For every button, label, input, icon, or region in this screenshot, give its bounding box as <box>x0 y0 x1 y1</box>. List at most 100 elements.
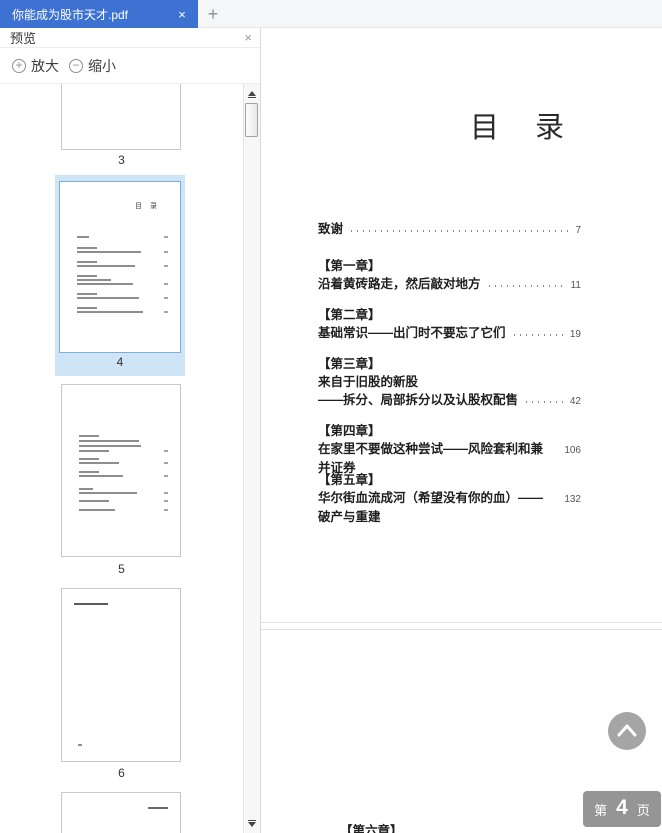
zoom-in-button[interactable]: + 放大 <box>12 56 59 76</box>
thumbnail-mini-title: 目 录 <box>135 203 160 210</box>
toc-entry: 【第一章】 沿着黄砖路走，然后敲对地方 11 <box>318 255 581 291</box>
thumbnail-text-line <box>79 435 99 437</box>
thumbnail-num-tick <box>164 311 168 313</box>
toc-dot-leader <box>513 334 565 336</box>
page-indicator-badge: 第 4 页 <box>583 791 661 827</box>
toc-chapter-label: 【第二章】 <box>318 308 381 322</box>
thumbnail-page-4: 目 录 <box>59 181 181 353</box>
next-chapter-label: 【第六章】 <box>340 824 403 833</box>
scroll-down-icon <box>248 821 256 827</box>
toc-dot-leader <box>351 230 571 232</box>
thumbnail-num-tick <box>164 492 168 494</box>
thumbnail-page-7[interactable] <box>61 792 181 833</box>
toc-chapter-label: 【第四章】 <box>318 424 381 438</box>
toc-entry: 【第三章】 来自于旧股的新股 ——拆分、局部拆分以及认股权配售 42 <box>318 353 581 407</box>
thumbnail-text-line <box>77 293 97 295</box>
preview-sidebar: 预览 × + 放大 − 缩小 3 目 录 4 5 6 <box>0 28 261 833</box>
sidebar-title: 预览 <box>10 31 37 46</box>
thumbnail-num-tick <box>164 475 168 477</box>
scroll-up-icon <box>248 90 256 96</box>
scroll-up-icon-base <box>248 96 256 98</box>
sidebar-close-icon[interactable]: × <box>244 30 252 45</box>
pdf-page-4: 目 录 致谢 7 【第一章】 沿着黄砖路走，然后敲对地方 11 【第二章】 基础… <box>261 28 662 623</box>
toc-page-number: 42 <box>569 396 581 407</box>
thumbnail-page-5[interactable] <box>61 384 181 557</box>
page-indicator-suffix: 页 <box>636 802 650 818</box>
thumbnail-num-tick <box>164 297 168 299</box>
document-tab[interactable]: 你能成为股市天才.pdf × <box>0 0 198 28</box>
thumbnail-text-line <box>79 492 137 494</box>
sidebar-toolbar: + 放大 − 缩小 <box>0 48 260 84</box>
thumbnail-page-number-mark <box>78 744 82 746</box>
thumbnail-text-line <box>79 509 115 511</box>
thumbnail-label-4: 4 <box>116 355 124 369</box>
thumbnail-page-3[interactable] <box>61 84 181 150</box>
sidebar-scrollbar[interactable] <box>243 84 260 833</box>
toc-page-number: 19 <box>569 329 581 340</box>
toc-page-number: 132 <box>564 494 581 505</box>
tab-close-icon[interactable]: × <box>174 7 190 22</box>
thumbnail-num-tick <box>164 450 168 452</box>
page-indicator-prefix: 第 <box>594 802 608 818</box>
scroll-up-button[interactable] <box>244 86 260 102</box>
thumbnail-num-tick <box>164 236 168 238</box>
thumbnail-text-line <box>74 603 108 605</box>
page-indicator-number: 4 <box>616 796 628 819</box>
thumbnail-num-tick <box>164 251 168 253</box>
toc-entry-title: 致谢 <box>318 222 344 236</box>
thumbnail-text-line <box>77 275 97 277</box>
thumbnail-num-tick <box>164 500 168 502</box>
thumbnail-list: 3 目 录 4 5 6 <box>0 84 243 833</box>
zoom-out-button[interactable]: − 缩小 <box>69 56 116 76</box>
sidebar-header: 预览 × <box>0 28 260 48</box>
thumbnail-num-tick <box>164 462 168 464</box>
thumbnail-label-3: 3 <box>118 153 125 167</box>
thumbnail-num-tick <box>164 283 168 285</box>
thumbnail-text-line <box>77 261 97 263</box>
thumbnail-page-6[interactable] <box>61 588 181 762</box>
thumbnail-text-line <box>79 475 123 477</box>
thumbnail-text-line <box>79 458 99 460</box>
table-of-contents: 致谢 7 【第一章】 沿着黄砖路走，然后敲对地方 11 【第二章】 基础常识——… <box>318 218 581 524</box>
toc-chapter-label: 【第三章】 <box>318 357 381 371</box>
thumbnail-label-5: 5 <box>118 562 125 576</box>
thumbnail-num-tick <box>164 265 168 267</box>
thumbnail-text-line <box>79 445 141 447</box>
thumbnail-text-line <box>77 311 143 313</box>
plus-icon: + <box>207 3 219 24</box>
tab-bar: 你能成为股市天才.pdf × + <box>0 0 662 28</box>
thumbnail-page-4-selected[interactable]: 目 录 4 <box>55 175 185 376</box>
scrollbar-thumb[interactable] <box>245 103 258 137</box>
thumbnail-text-line <box>79 471 99 473</box>
toc-entry: 致谢 7 <box>318 218 581 236</box>
zoom-in-label: 放大 <box>31 57 59 74</box>
thumbnail-text-line <box>79 462 119 464</box>
toc-chapter-label: 【第一章】 <box>318 259 381 273</box>
thumbnail-text-line <box>77 247 97 249</box>
scroll-down-button[interactable] <box>244 815 260 831</box>
new-tab-button[interactable]: + <box>200 0 226 28</box>
thumbnail-num-tick <box>164 509 168 511</box>
toc-entry-subtitle: ——拆分、局部拆分以及认股权配售 <box>318 393 519 407</box>
back-to-top-button[interactable] <box>608 712 646 750</box>
thumbnail-text-line <box>148 807 168 809</box>
thumbnail-text-line <box>79 500 109 502</box>
toc-dot-leader <box>526 401 565 403</box>
thumbnail-text-line <box>77 265 135 267</box>
toc-entry-title: 华尔街血流成河（希望没有你的血）——破产与重建 <box>318 491 544 524</box>
toc-title: 目 录 <box>469 112 578 144</box>
toc-entry-title: 来自于旧股的新股 <box>318 375 419 389</box>
zoom-out-label: 缩小 <box>88 57 116 74</box>
toc-dot-leader <box>488 285 566 287</box>
thumbnail-label-6: 6 <box>118 766 125 780</box>
document-view: 目 录 致谢 7 【第一章】 沿着黄砖路走，然后敲对地方 11 【第二章】 基础… <box>261 28 662 833</box>
scroll-down-icon-base <box>248 819 256 821</box>
thumbnail-text-line <box>77 297 139 299</box>
tab-title: 你能成为股市天才.pdf <box>12 7 129 22</box>
thumbnail-text-line <box>79 488 93 490</box>
thumbnail-text-line <box>77 236 89 238</box>
toc-entry-title: 沿着黄砖路走，然后敲对地方 <box>318 277 481 291</box>
thumbnail-text-line <box>79 440 139 442</box>
toc-entry: 【第四章】 在家里不要做这种尝试——风险套利和兼并证券 106 <box>318 420 581 475</box>
toc-page-number: 11 <box>570 280 581 291</box>
